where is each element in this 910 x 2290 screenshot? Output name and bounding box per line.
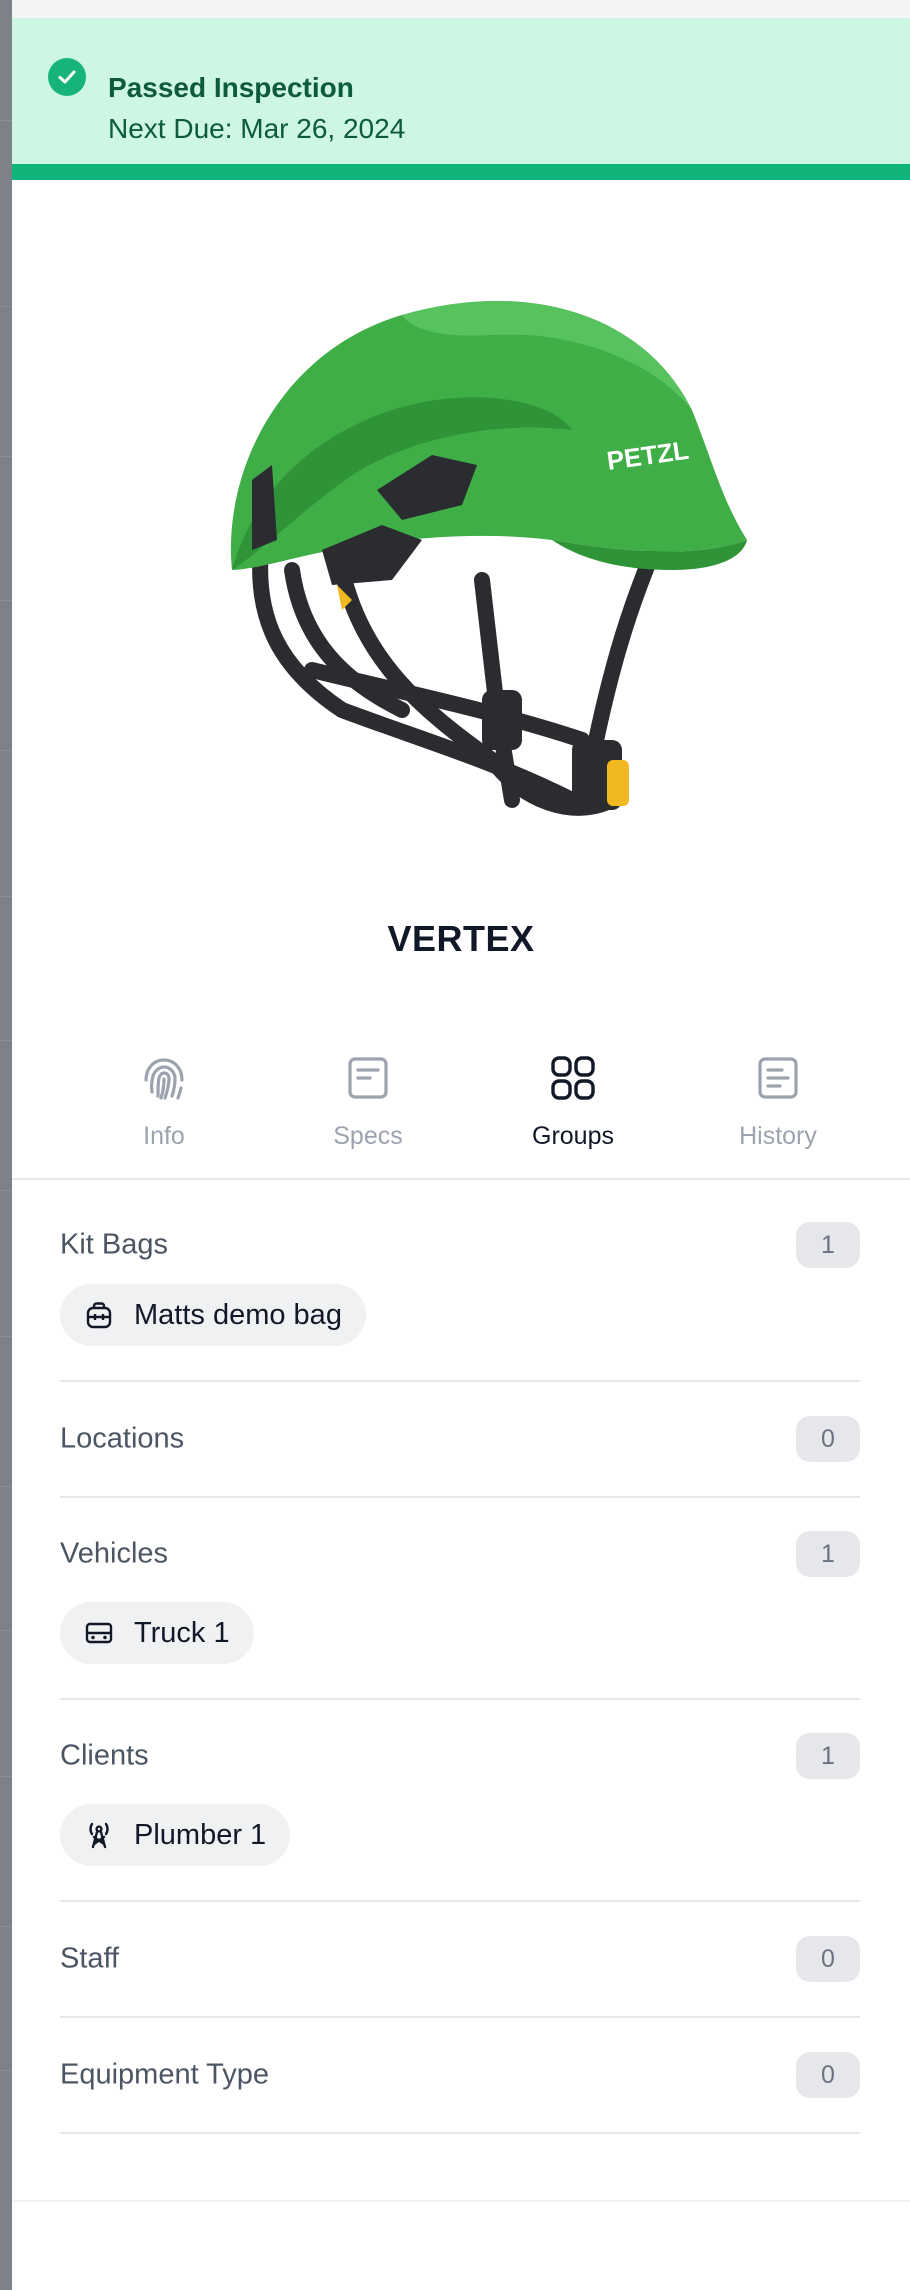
document-icon [348,1057,388,1099]
group-kit-bags: Kit Bags 1 Matts demo bag [60,1180,860,1382]
group-count-badge: 0 [796,1416,860,1462]
group-count-badge: 0 [796,2052,860,2098]
group-equipment-type: Equipment Type 0 [60,2018,860,2134]
client-chip[interactable]: Plumber 1 [60,1804,291,1866]
group-name: Clients [60,1739,149,1772]
detail-tabs: Info Specs Groups History [12,1030,910,1180]
group-name: Equipment Type [60,2058,270,2091]
inspection-status-banner: Passed Inspection Next Due: Mar 26, 2024 [12,18,910,180]
kit-bag-chip[interactable]: Matts demo bag [60,1284,366,1346]
modal-backdrop[interactable] [0,0,12,2290]
panel-footer-divider [12,2200,910,2202]
bag-icon [86,1302,112,1329]
vehicle-chip[interactable]: Truck 1 [60,1602,254,1664]
tab-history[interactable]: History [688,1052,868,1151]
tab-label: History [739,1122,817,1150]
group-count-badge: 1 [796,1531,860,1577]
tab-label: Specs [333,1122,403,1150]
check-circle-icon [48,58,86,96]
product-image-area: PETZL [12,180,910,868]
group-count-badge: 1 [796,1733,860,1779]
group-name: Staff [60,1942,120,1975]
group-count-badge: 1 [796,1222,860,1268]
group-staff: Staff 0 [60,1902,860,2018]
fingerprint-icon [144,1058,184,1100]
group-name: Vehicles [60,1537,169,1570]
chip-label: Plumber 1 [134,1818,267,1851]
helmet-image: PETZL [230,300,747,816]
tab-info[interactable]: Info [74,1052,254,1151]
status-title: Passed Inspection [108,72,354,103]
group-name: Locations [60,1422,185,1455]
tab-groups[interactable]: Groups [483,1052,663,1151]
panel-top-gap [12,0,910,18]
chip-label: Truck 1 [134,1616,230,1649]
groups-list: Kit Bags 1 Matts demo bag Locations 0 Ve… [60,1180,860,2134]
group-locations: Locations 0 [60,1382,860,1498]
product-title: VERTEX [387,918,535,959]
next-due-date: Next Due: Mar 26, 2024 [108,113,406,144]
tab-specs[interactable]: Specs [278,1052,458,1151]
tab-label: Info [143,1122,185,1150]
group-vehicles: Vehicles 1 Truck 1 [60,1498,860,1700]
equipment-detail-panel: Passed Inspection Next Due: Mar 26, 2024 [12,0,910,2290]
vehicle-icon [85,1622,113,1644]
grid-icon [551,1056,595,1100]
group-name: Kit Bags [60,1228,168,1261]
list-document-icon [758,1057,798,1099]
tower-icon [89,1822,109,1849]
group-clients: Clients 1 Plumber 1 [60,1700,860,1902]
tab-label: Groups [532,1122,614,1150]
group-count-badge: 0 [796,1936,860,1982]
chip-label: Matts demo bag [134,1298,342,1331]
